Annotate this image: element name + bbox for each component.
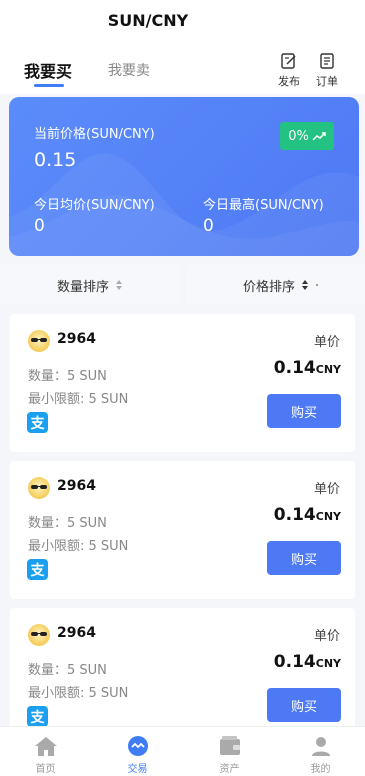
unit-price-label: 单价 [313,335,340,350]
quantity-text: 数量：5 SUN [28,663,107,678]
price-currency: CNY [315,657,341,670]
avatar [28,477,50,499]
avatar [28,624,50,646]
active-tab-indicator [34,84,64,87]
seller-name: 2964 [57,331,96,347]
publish-button[interactable]: 发布 [274,52,304,89]
sort-quantity-label: 数量排序 [56,279,109,295]
sunglasses-icon [31,632,47,636]
alipay-icon: 支 [27,559,48,580]
current-price-value: 0.15 [34,149,77,171]
min-limit-text: 最小限额: 5 SUN [28,686,129,701]
order-list-icon [320,53,334,69]
sunglasses-icon [31,338,47,342]
listing-card: 2964 数量：5 SUN 最小限额: 5 SUN 支 单价 0.14CNY 购… [10,461,355,599]
sort-by-price-button[interactable]: 价格排序 [187,265,365,305]
high-price-value: 0 [203,216,214,236]
publish-label: 发布 [278,75,300,88]
price-value: 0.14 [273,652,316,672]
unit-price-label: 单价 [313,629,340,644]
sunglasses-icon [31,485,47,489]
change-badge: 0% [280,122,334,150]
buy-button[interactable]: 购买 [267,394,341,428]
nav-assets[interactable]: 资产 [184,727,275,776]
edit-icon [281,53,296,69]
unit-price: 0.14CNY [274,358,341,378]
avg-price-label: 今日均价(SUN/CNY) [34,198,155,213]
sort-bar: 数量排序 价格排序 [0,265,365,305]
nav-home-label: 首页 [35,764,56,775]
nav-trade-label: 交易 [127,764,148,775]
buy-button[interactable]: 购买 [267,541,341,575]
avg-price-value: 0 [34,216,45,236]
price-value: 0.14 [273,358,316,378]
change-value: 0% [288,128,309,144]
sort-by-quantity-button[interactable]: 数量排序 [0,265,180,305]
price-currency: CNY [315,363,341,376]
high-price-label: 今日最高(SUN/CNY) [203,198,324,213]
quantity-text: 数量：5 SUN [28,369,107,384]
alipay-icon: 支 [27,706,48,727]
top-bar: SUN/CNY 我要买 我要卖 发布 订单 [0,0,365,94]
sort-price-label: 价格排序 [242,279,295,295]
alipay-icon: 支 [27,412,48,433]
min-limit-text: 最小限额: 5 SUN [28,392,129,407]
page-title: SUN/CNY [107,11,189,30]
avatar [28,330,50,352]
bottom-nav: 首页 交易 资产 我的 [0,726,365,776]
price-currency: CNY [315,510,341,523]
nav-assets-label: 资产 [219,764,240,775]
nav-profile-label: 我的 [310,764,331,775]
quantity-text: 数量：5 SUN [28,516,107,531]
buy-button[interactable]: 购买 [267,688,341,722]
unit-price: 0.14CNY [274,505,341,525]
user-icon [311,737,330,756]
unit-price-label: 单价 [313,482,340,497]
home-icon [34,737,57,756]
wallet-icon [219,736,240,755]
sort-arrows-icon [116,280,122,290]
current-price-label: 当前价格(SUN/CNY) [34,127,155,142]
trend-up-icon [312,132,326,141]
price-summary-card: 当前价格(SUN/CNY) 0.15 0% 今日均价(SUN/CNY) 0 今日… [9,97,359,256]
orders-label: 订单 [316,75,338,88]
orders-button[interactable]: 订单 [312,52,342,89]
unit-price: 0.14CNY [274,652,341,672]
dot-decoration [316,284,318,286]
seller-name: 2964 [57,625,96,641]
wave-decoration [9,153,359,256]
nav-trade[interactable]: 交易 [92,727,183,776]
price-value: 0.14 [273,505,316,525]
seller-name: 2964 [57,478,96,494]
nav-home[interactable]: 首页 [0,727,91,776]
tab-sell[interactable]: 我要卖 [108,60,150,80]
min-limit-text: 最小限额: 5 SUN [28,539,129,554]
listing-card: 2964 数量：5 SUN 最小限额: 5 SUN 支 单价 0.14CNY 购… [10,314,355,452]
tab-buy[interactable]: 我要买 [24,58,72,82]
sort-arrows-icon [302,280,308,290]
nav-profile[interactable]: 我的 [275,727,365,776]
trade-icon [127,736,148,756]
